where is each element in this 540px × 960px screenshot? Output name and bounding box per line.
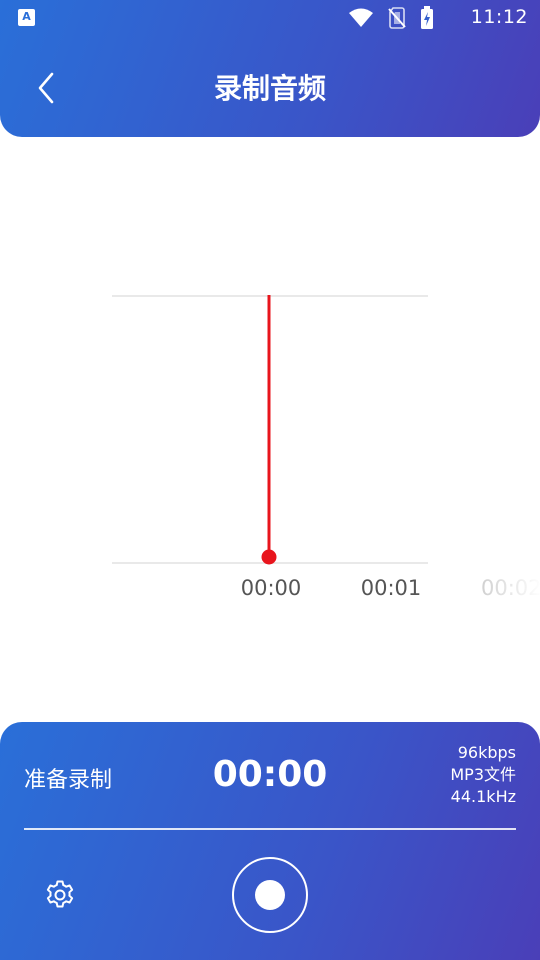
- playhead-dot: [261, 549, 277, 565]
- settings-button[interactable]: [44, 879, 76, 911]
- wifi-icon: [349, 8, 373, 27]
- gear-icon: [46, 880, 74, 908]
- record-button[interactable]: [232, 857, 308, 933]
- status-time: 11:12: [470, 6, 528, 28]
- battery-charging-icon: [421, 6, 433, 29]
- format-label: MP3文件: [450, 765, 516, 784]
- timeline-label-1: 00:01: [361, 576, 422, 600]
- bitrate-label: 96kbps: [457, 743, 516, 762]
- status-icons: [348, 6, 434, 29]
- status-bar: A 11:12: [0, 0, 540, 36]
- waveform-chart: 00:00 00:01 00:02: [112, 295, 540, 600]
- timeline-label-2: 00:02: [481, 576, 540, 600]
- control-panel: 准备录制 00:00 96kbps MP3文件 44.1kHz: [0, 722, 540, 960]
- waveform-area: 00:00 00:01 00:02: [0, 137, 540, 722]
- page-title: 录制音频: [213, 72, 326, 105]
- record-icon: [255, 880, 285, 910]
- app-notification-icon: A: [18, 9, 35, 26]
- panel-divider: [24, 828, 516, 830]
- no-sim-icon: [388, 7, 406, 29]
- app-header: A 11:12 录制音频: [0, 0, 540, 137]
- sample-rate-label: 44.1kHz: [450, 787, 516, 806]
- audio-specs: 96kbps MP3文件 44.1kHz: [450, 742, 516, 808]
- timeline-label-0: 00:00: [241, 576, 302, 600]
